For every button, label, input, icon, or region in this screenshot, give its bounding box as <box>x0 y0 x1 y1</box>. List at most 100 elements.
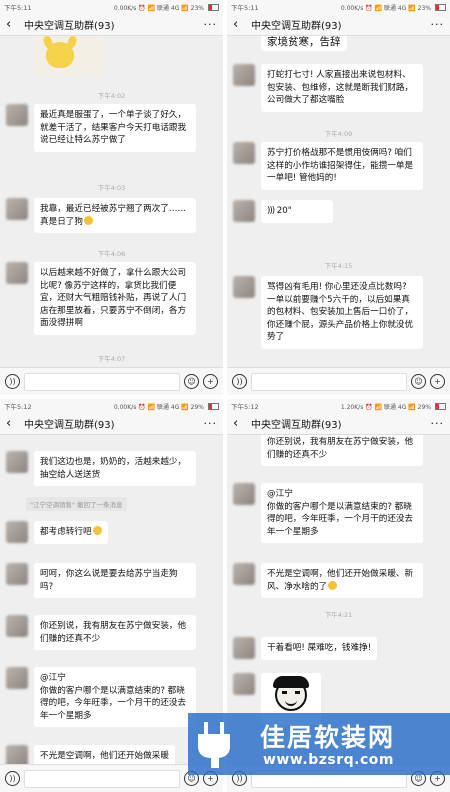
back-arrow-icon[interactable]: ‹ <box>233 416 247 431</box>
pikachu-sticker[interactable] <box>34 36 104 76</box>
message: 我们这边也是，奶奶的，活越来越少，抽空给人送送货 <box>6 451 196 486</box>
status-text: 1.20K/s ⏰ 📶 联通 4G 📶 29% <box>340 403 431 411</box>
emoji-button-icon[interactable]: ☺ <box>184 374 199 389</box>
message-text: 都考虑转行吧 <box>40 527 92 537</box>
message-bubble[interactable]: @江宁 你做的客户哪个是以满意结束的? 都晓得的吧，今年旺季，一个月干的还没去年… <box>34 667 196 727</box>
plug-logo-icon <box>198 722 230 768</box>
timestamp: 下午4:21 <box>324 611 353 619</box>
message-bubble[interactable]: 你还别说，我有朋友在苏宁做安装，他们赚的还真不少 <box>34 615 196 650</box>
plus-icon[interactable]: + <box>430 374 445 389</box>
back-arrow-icon[interactable]: ‹ <box>6 17 20 32</box>
message-bubble[interactable]: 家境贫寒，告辞 <box>261 36 347 51</box>
status-bar: 下午5:11 0.00K/s ⏰ 📶 联通 4G 📶 23% <box>0 0 223 14</box>
status-bar: 下午5:11 0.00K/s ⏰ 📶 联通 4G 📶 23% <box>227 0 450 14</box>
voice-bubble[interactable]: ))) 20" <box>261 200 333 223</box>
message: 干着看吧! 屎难吃，钱难挣! <box>233 637 378 660</box>
emoji-icon <box>328 580 338 590</box>
watermark-title: 佳居软装网 <box>260 723 396 752</box>
avatar[interactable] <box>6 615 28 637</box>
status-indicators: 1.20K/s ⏰ 📶 联通 4G 📶 29% <box>341 402 446 411</box>
message-bubble[interactable]: 不光是空调啊，他们还开始做采暖、新风、净水啥的了 <box>261 563 423 598</box>
message-bubble[interactable]: 以后越来越不好做了，拿什么跟大公司比呢? 像苏宁这样的，拿货比我们便宜，还财大气… <box>34 262 196 335</box>
more-options-icon[interactable]: ··· <box>431 18 445 31</box>
group-title: 中央空调互助群(93) <box>24 420 115 431</box>
avatar[interactable] <box>233 637 255 659</box>
message-sticker <box>6 36 104 76</box>
recall-notice: "江宁空调销售" 撤回了一条消息 <box>26 497 127 511</box>
message: 我靠，最近已经被苏宁翘了两次了……真是日了狗 <box>6 198 196 233</box>
back-arrow-icon[interactable]: ‹ <box>233 17 247 32</box>
message-text: 我靠，最近已经被苏宁翘了两次了……真是日了狗 <box>40 204 187 227</box>
message-bubble[interactable]: 呵呵，你这么说是要去给苏宁当走狗吗? <box>34 563 196 598</box>
chat-header: ‹ 中央空调互助群(93) ··· <box>0 14 223 36</box>
message-bubble[interactable]: 我靠，最近已经被苏宁翘了两次了……真是日了狗 <box>34 198 196 233</box>
message: 以后越来越不好做了，拿什么跟大公司比呢? 像苏宁这样的，拿货比我们便宜，还财大气… <box>6 262 196 335</box>
avatar[interactable] <box>233 276 255 298</box>
timestamp: 下午4:02 <box>97 92 126 100</box>
avatar[interactable] <box>6 667 28 689</box>
chat-header: ‹ 中央空调互助群(93) ··· <box>227 14 450 36</box>
message-bubble[interactable]: 干着看吧! 屎难吃，钱难挣! <box>261 637 378 660</box>
avatar[interactable] <box>6 745 28 764</box>
avatar[interactable] <box>6 262 28 284</box>
message-input[interactable] <box>24 372 180 391</box>
back-arrow-icon[interactable]: ‹ <box>6 416 20 431</box>
message-bubble[interactable]: 骂得凶有毛用! 你心里还没点比数吗? 一单以前要赚个5六千的，以后如果真的包材料… <box>261 276 423 349</box>
avatar[interactable] <box>233 673 255 695</box>
status-time: 下午5:12 <box>4 403 32 411</box>
voice-icon[interactable]: )) <box>5 374 20 389</box>
message-list: 家境贫寒，告辞 打蛇打七寸! 人家直接出来说包材料、包安装、包维修，这就是断我们… <box>227 36 450 367</box>
emoji-icon <box>92 526 102 535</box>
avatar[interactable] <box>6 563 28 585</box>
avatar[interactable] <box>6 104 28 126</box>
avatar[interactable] <box>233 142 255 164</box>
avatar[interactable] <box>6 521 28 543</box>
status-time: 下午5:11 <box>4 4 32 12</box>
avatar[interactable] <box>233 64 255 86</box>
message-bubble[interactable]: 都考虑转行吧 <box>34 521 108 544</box>
message-bubble[interactable]: @江宁 你做的客户哪个是以满意结束的? 都晓得的吧，今年旺季，一个月干的还没去年… <box>261 483 423 543</box>
more-options-icon[interactable]: ··· <box>431 417 445 430</box>
timestamp: 下午4:03 <box>97 184 126 192</box>
avatar[interactable] <box>6 198 28 220</box>
message-bubble[interactable]: 不光是空调啊，他们还开始做采暖 <box>34 745 175 764</box>
avatar[interactable] <box>233 563 255 585</box>
status-bar: 下午5:12 0.00K/s ⏰ 📶 联通 4G 📶 29% <box>0 399 223 413</box>
battery-icon <box>435 402 446 410</box>
message-bubble[interactable]: 你还别说，我有朋友在苏宁做安装，他们赚的还真不少 <box>261 435 423 466</box>
message: 苏宁打价格战那不是惯用伎俩吗? 咱们这样的小作坊谁招架得住，能攒一单是一单吧! … <box>233 142 423 190</box>
message-input[interactable] <box>24 769 180 788</box>
message-input[interactable] <box>251 372 407 391</box>
voice-icon[interactable]: )) <box>232 374 247 389</box>
battery-icon <box>208 3 219 11</box>
message: @江宁 你做的客户哪个是以满意结束的? 都晓得的吧，今年旺季，一个月干的还没去年… <box>6 667 196 727</box>
avatar[interactable] <box>233 200 255 222</box>
status-indicators: 0.00K/s ⏰ 📶 联通 4G 📶 23% <box>341 3 446 12</box>
message: @江宁 你做的客户哪个是以满意结束的? 都晓得的吧，今年旺季，一个月干的还没去年… <box>233 483 423 543</box>
battery-icon <box>208 402 219 410</box>
group-title: 中央空调互助群(93) <box>251 420 342 431</box>
input-bar: )) ☺ + <box>0 367 223 395</box>
voice-icon[interactable]: )) <box>5 771 20 786</box>
voice-message: ))) 20" <box>233 200 333 223</box>
avatar[interactable] <box>6 451 28 473</box>
plus-icon[interactable]: + <box>203 374 218 389</box>
group-title: 中央空调互助群(93) <box>24 21 115 32</box>
message-bubble[interactable]: 苏宁打价格战那不是惯用伎俩吗? 咱们这样的小作坊谁招架得住，能攒一单是一单吧! … <box>261 142 423 190</box>
status-indicators: 0.00K/s ⏰ 📶 联通 4G 📶 29% <box>114 402 219 411</box>
message-bubble[interactable]: 我们这边也是，奶奶的，活越来越少，抽空给人送送货 <box>34 451 196 486</box>
avatar[interactable] <box>233 483 255 505</box>
emoji-button-icon[interactable]: ☺ <box>411 374 426 389</box>
more-options-icon[interactable]: ··· <box>204 18 218 31</box>
message: 你还别说，我有朋友在苏宁做安装，他们赚的还真不少 <box>233 435 423 466</box>
message: 打蛇打七寸! 人家直接出来说包材料、包安装、包维修，这就是断我们财路，公司做大了… <box>233 64 423 112</box>
timestamp: 下午4:07 <box>97 355 126 363</box>
message-bubble[interactable]: 打蛇打七寸! 人家直接出来说包材料、包安装、包维修，这就是断我们财路，公司做大了… <box>261 64 423 112</box>
status-time: 下午5:11 <box>231 4 259 12</box>
message: 你还别说，我有朋友在苏宁做安装，他们赚的还真不少 <box>6 615 196 650</box>
group-title: 中央空调互助群(93) <box>251 21 342 32</box>
emoji-icon <box>83 215 93 225</box>
more-options-icon[interactable]: ··· <box>204 417 218 430</box>
message-bubble[interactable]: 最近真是服蛋了，一个单子谈了好久，就差干活了，结果客户今天打电话跟我说已经让特么… <box>34 104 196 152</box>
message: 不光是空调啊，他们还开始做采暖 <box>6 745 175 764</box>
